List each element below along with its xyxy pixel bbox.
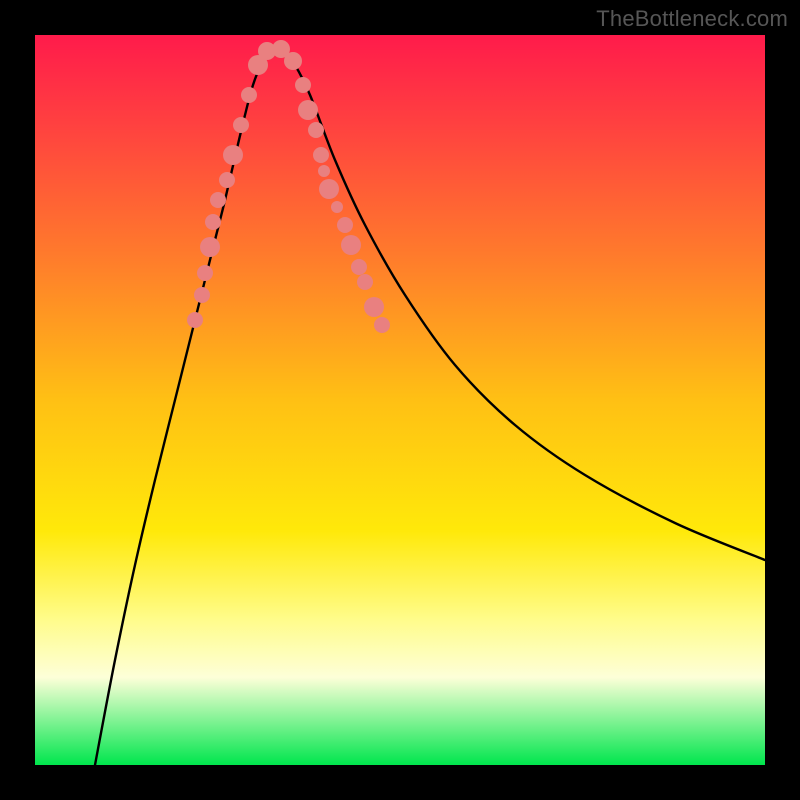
bead [194, 287, 210, 303]
bead [357, 274, 373, 290]
bead [308, 122, 324, 138]
bead [223, 145, 243, 165]
bead [241, 87, 257, 103]
chart-frame: TheBottleneck.com [0, 0, 800, 800]
bead [187, 312, 203, 328]
bead [284, 52, 302, 70]
bead [219, 172, 235, 188]
bead [318, 165, 330, 177]
bead [341, 235, 361, 255]
bead [364, 297, 384, 317]
curve-layer [95, 48, 765, 765]
bead [295, 77, 311, 93]
bead [313, 147, 329, 163]
bottleneck-curve-svg [35, 35, 765, 765]
watermark-text: TheBottleneck.com [596, 6, 788, 32]
bead [233, 117, 249, 133]
bead [205, 214, 221, 230]
beads-layer [187, 40, 390, 333]
bottleneck-curve [95, 48, 765, 765]
bead [351, 259, 367, 275]
plot-area [35, 35, 765, 765]
bead [210, 192, 226, 208]
bead [197, 265, 213, 281]
bead [337, 217, 353, 233]
bead [319, 179, 339, 199]
bead [298, 100, 318, 120]
bead [331, 201, 343, 213]
bead [200, 237, 220, 257]
bead [374, 317, 390, 333]
